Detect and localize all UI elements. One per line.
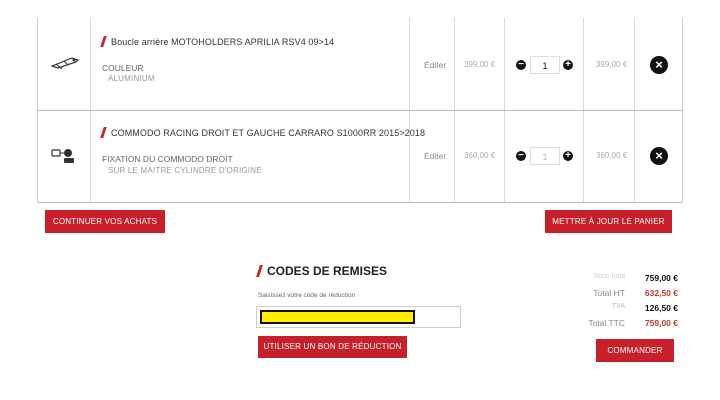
line-total: 399,00 € bbox=[596, 60, 628, 69]
checkout-button[interactable]: COMMANDER bbox=[596, 339, 674, 362]
tva-label: TVA bbox=[611, 303, 625, 310]
quantity-input[interactable]: 1 bbox=[530, 56, 560, 74]
plus-icon[interactable]: + bbox=[563, 151, 573, 161]
edit-link[interactable]: Éditer bbox=[424, 151, 446, 161]
subtotal-label: Sous-total bbox=[593, 273, 625, 280]
switch-controls-icon[interactable] bbox=[50, 144, 80, 166]
minus-icon[interactable]: − bbox=[516, 60, 526, 70]
apply-discount-button[interactable]: UTILISER UN BON DE RÉDUCTION bbox=[258, 336, 407, 358]
update-cart-button[interactable]: METTRE À JOUR LE PANIER bbox=[545, 210, 672, 233]
discount-title: CODES DE REMISES bbox=[256, 264, 387, 278]
total-ht-label: Total HT bbox=[593, 288, 625, 298]
option-value: ALUMINIUM bbox=[108, 74, 155, 83]
edit-link[interactable]: Éditer bbox=[424, 60, 446, 70]
exhaust-bracket-icon[interactable] bbox=[50, 52, 80, 72]
minus-icon[interactable]: − bbox=[516, 151, 526, 161]
remove-item-icon[interactable]: × bbox=[650, 147, 668, 165]
discount-code-input[interactable] bbox=[256, 306, 461, 328]
option-value: SUR LE MAITRE CYLINDRE D'ORIGINE bbox=[108, 166, 262, 175]
line-total: 360,00 € bbox=[596, 151, 628, 160]
product-name[interactable]: Boucle arrière MOTOHOLDERS APRILIA RSV4 … bbox=[100, 36, 334, 47]
quantity-input[interactable]: 1 bbox=[530, 147, 560, 165]
unit-price: 360,00 € bbox=[464, 151, 496, 160]
total-ht-value: 632,50 € bbox=[644, 288, 678, 298]
total-ttc-value: 759,00 € bbox=[644, 318, 678, 328]
remove-item-icon[interactable]: × bbox=[650, 56, 668, 74]
cart-table: Boucle arrière MOTOHOLDERS APRILIA RSV4 … bbox=[37, 18, 683, 203]
option-label: COULEUR bbox=[102, 63, 144, 73]
subtotal-value: 759,00 € bbox=[644, 273, 678, 283]
plus-icon[interactable]: + bbox=[563, 60, 573, 70]
cart-item-row: COMMODO RACING DROIT ET GAUCHE CARRARO S… bbox=[38, 110, 682, 202]
total-ttc-label: Total TTC bbox=[588, 318, 625, 328]
option-label: FIXATION DU COMMODO DROIT bbox=[102, 154, 233, 164]
continue-shopping-button[interactable]: CONTINUER VOS ACHATS bbox=[45, 210, 165, 233]
tva-value: 126,50 € bbox=[644, 303, 678, 313]
discount-field-label: Saisissez votre code de réduction bbox=[258, 292, 356, 299]
unit-price: 399,00 € bbox=[464, 60, 496, 69]
product-name[interactable]: COMMODO RACING DROIT ET GAUCHE CARRARO S… bbox=[100, 127, 425, 138]
highlighted-input-area[interactable] bbox=[260, 310, 415, 324]
cart-item-row: Boucle arrière MOTOHOLDERS APRILIA RSV4 … bbox=[38, 18, 682, 111]
